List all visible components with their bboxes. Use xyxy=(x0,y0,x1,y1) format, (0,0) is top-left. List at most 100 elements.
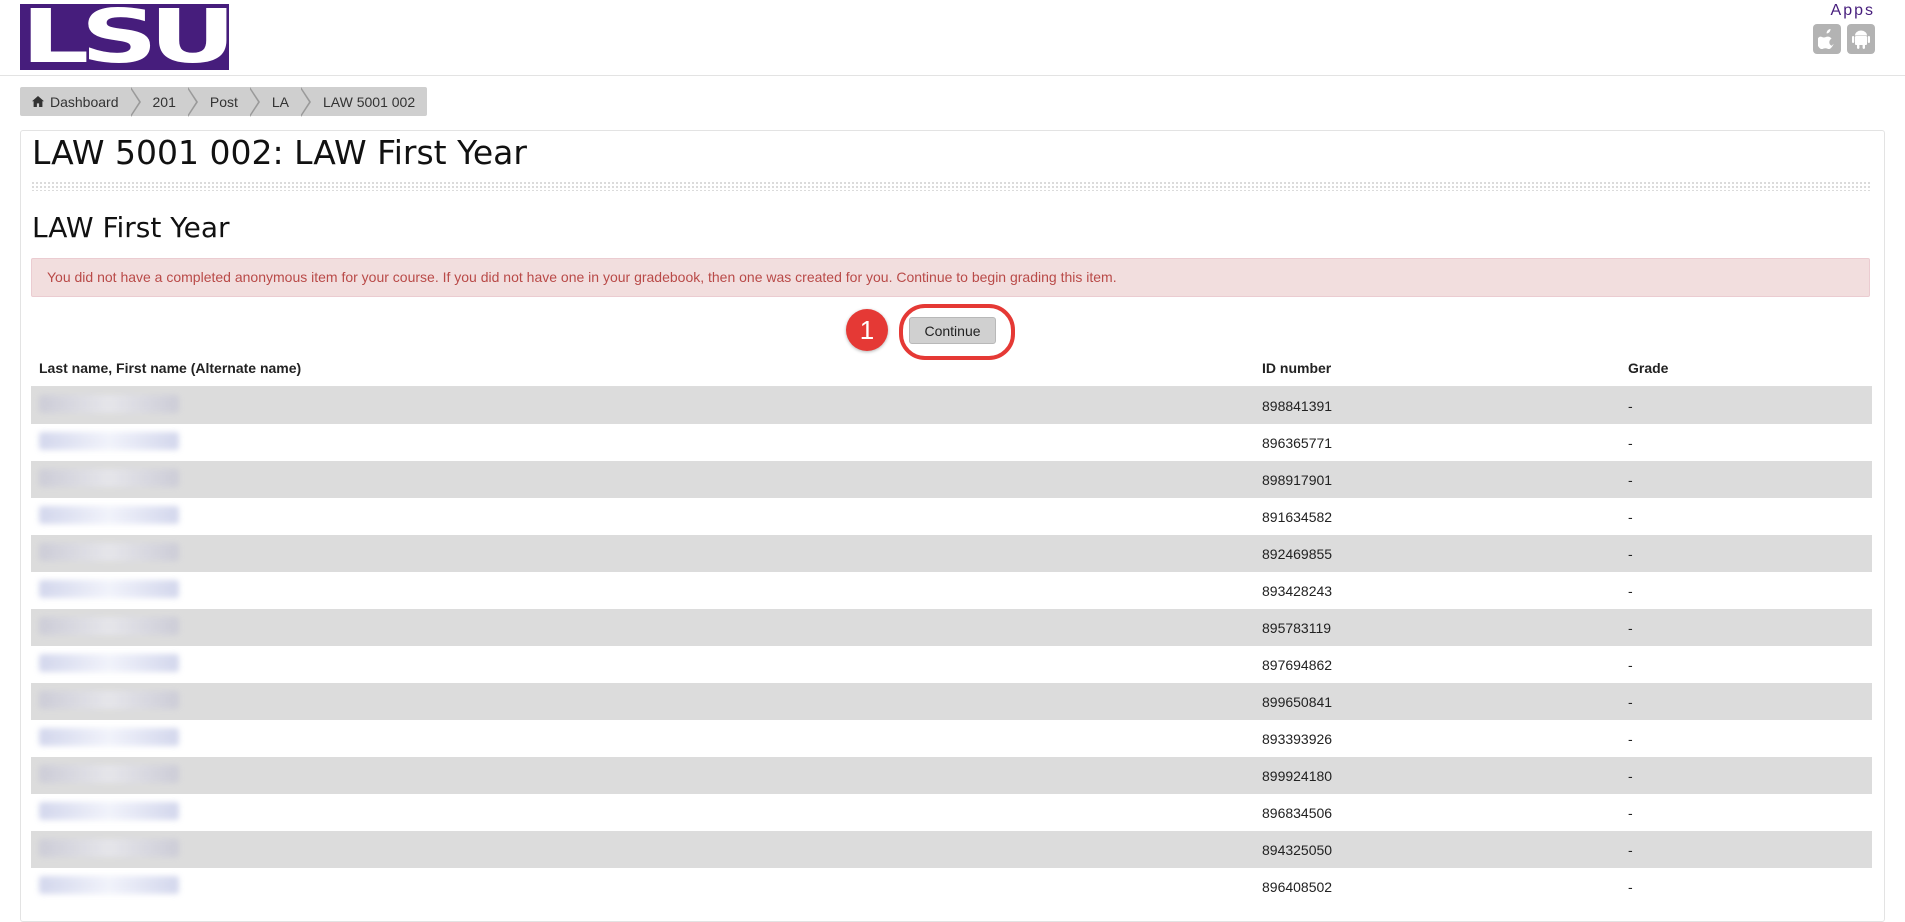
student-name-cell[interactable] xyxy=(31,386,1254,424)
column-header-grade[interactable]: Grade xyxy=(1620,349,1872,387)
breadcrumb-label: Dashboard xyxy=(50,93,119,110)
student-name-cell[interactable] xyxy=(31,757,1254,794)
breadcrumb-label: Post xyxy=(209,93,238,110)
page-title: LAW 5001 002: LAW First Year xyxy=(32,133,527,172)
id-number-cell: 891634582 xyxy=(1262,508,1333,525)
redacted-name[interactable] xyxy=(39,432,179,450)
id-number-cell: 896408502 xyxy=(1262,878,1333,895)
breadcrumb-label: LA xyxy=(271,93,289,110)
redacted-name[interactable] xyxy=(39,839,179,857)
table-row: 892469855 - xyxy=(31,535,1872,572)
redacted-name[interactable] xyxy=(39,395,179,413)
table-row: 893428243 - xyxy=(31,572,1872,609)
breadcrumb-label: 201 xyxy=(152,93,176,110)
student-name-cell[interactable] xyxy=(31,831,1254,868)
breadcrumb-separator xyxy=(186,86,198,117)
id-number-cell: 899924180 xyxy=(1254,757,1620,794)
alert-message: You did not have a completed anonymous i… xyxy=(31,258,1870,297)
id-number-cell: 893428243 xyxy=(1262,582,1333,599)
student-name-cell[interactable] xyxy=(31,461,1254,498)
redacted-name[interactable] xyxy=(39,654,179,672)
table-row: 899650841 - xyxy=(31,683,1872,720)
logo-text: LSU xyxy=(21,4,229,70)
student-name-cell[interactable] xyxy=(31,572,1254,609)
grade-cell: - xyxy=(1628,730,1633,747)
grade-cell: - xyxy=(1620,757,1872,794)
student-name-cell[interactable] xyxy=(31,609,1254,646)
table-row: 899924180 - xyxy=(31,757,1872,794)
title-divider xyxy=(31,181,1871,191)
breadcrumb-label: LAW 5001 002 xyxy=(323,93,416,110)
breadcrumb-separator xyxy=(300,86,311,117)
table-row: 896408502 - xyxy=(31,868,1872,905)
grade-cell: - xyxy=(1620,535,1872,572)
grade-cell: - xyxy=(1628,804,1633,821)
apps-label: Apps xyxy=(1830,2,1875,19)
grade-cell: - xyxy=(1628,508,1633,525)
column-header-name[interactable]: Last name, First name (Alternate name) xyxy=(31,349,1254,387)
table-row: 896834506 - xyxy=(31,794,1872,831)
redacted-name[interactable] xyxy=(39,617,179,635)
table-row: 895783119 - xyxy=(31,609,1872,646)
redacted-name[interactable] xyxy=(39,543,179,561)
home-icon xyxy=(32,94,44,110)
student-name-cell[interactable] xyxy=(31,535,1254,572)
breadcrumb-item-la[interactable]: LA xyxy=(260,87,301,116)
table-row: 894325050 - xyxy=(31,831,1872,868)
redacted-name[interactable] xyxy=(39,506,179,524)
grade-cell: - xyxy=(1628,434,1633,451)
app-icons xyxy=(1813,24,1875,54)
id-number-cell: 899650841 xyxy=(1254,683,1620,720)
redacted-name[interactable] xyxy=(39,765,179,783)
grade-cell: - xyxy=(1620,683,1872,720)
table-row: 897694862 - xyxy=(31,646,1872,683)
redacted-name[interactable] xyxy=(39,580,179,598)
student-name-cell[interactable] xyxy=(31,498,1254,535)
breadcrumb-separator xyxy=(248,86,260,117)
redacted-name[interactable] xyxy=(39,876,179,894)
id-number-cell: 896834506 xyxy=(1262,804,1333,821)
column-header-id[interactable]: ID number xyxy=(1254,349,1620,387)
grades-table: Last name, First name (Alternate name) I… xyxy=(31,349,1872,905)
redacted-name[interactable] xyxy=(39,728,179,746)
student-name-cell[interactable] xyxy=(31,794,1254,831)
grade-cell: - xyxy=(1620,609,1872,646)
student-name-cell[interactable] xyxy=(31,683,1254,720)
id-number-cell: 896365771 xyxy=(1262,434,1333,451)
table-row: 896365771 - xyxy=(31,424,1872,461)
grade-cell: - xyxy=(1620,831,1872,868)
grade-cell: - xyxy=(1628,656,1633,673)
main-region: LAW 5001 002: LAW First Year LAW First Y… xyxy=(20,130,1885,922)
student-name-cell[interactable] xyxy=(31,424,1254,461)
android-icon[interactable] xyxy=(1847,24,1875,54)
grade-cell: - xyxy=(1620,461,1872,498)
redacted-name[interactable] xyxy=(39,469,179,487)
grade-cell: - xyxy=(1628,582,1633,599)
table-header-row: Last name, First name (Alternate name) I… xyxy=(31,349,1872,387)
apps-panel: Apps xyxy=(1813,2,1875,54)
id-number-cell: 895783119 xyxy=(1254,609,1620,646)
student-name-cell[interactable] xyxy=(31,646,1254,683)
apple-icon[interactable] xyxy=(1813,24,1841,54)
step-number-badge: 1 xyxy=(846,309,888,351)
lsu-logo[interactable]: LSU xyxy=(20,4,229,70)
student-name-cell[interactable] xyxy=(31,868,1254,905)
id-number-cell: 893393926 xyxy=(1262,730,1333,747)
table-row: 891634582 - xyxy=(31,498,1872,535)
id-number-cell: 897694862 xyxy=(1262,656,1333,673)
table-row: 893393926 - xyxy=(31,720,1872,757)
section-title: LAW First Year xyxy=(32,211,230,244)
redacted-name[interactable] xyxy=(39,691,179,709)
breadcrumb-item-201[interactable]: 201 xyxy=(141,87,188,116)
breadcrumb-item-post[interactable]: Post xyxy=(198,87,250,116)
id-number-cell: 898841391 xyxy=(1254,386,1620,424)
table-row: 898841391 - xyxy=(31,386,1872,424)
redacted-name[interactable] xyxy=(39,802,179,820)
site-header: LSU Apps xyxy=(0,0,1905,76)
continue-button[interactable]: Continue xyxy=(909,317,996,344)
student-name-cell[interactable] xyxy=(31,720,1254,757)
grade-cell: - xyxy=(1628,878,1633,895)
table-row: 898917901 - xyxy=(31,461,1872,498)
breadcrumb-item-course[interactable]: LAW 5001 002 xyxy=(311,87,427,116)
breadcrumb-item-dashboard[interactable]: Dashboard xyxy=(20,87,131,116)
